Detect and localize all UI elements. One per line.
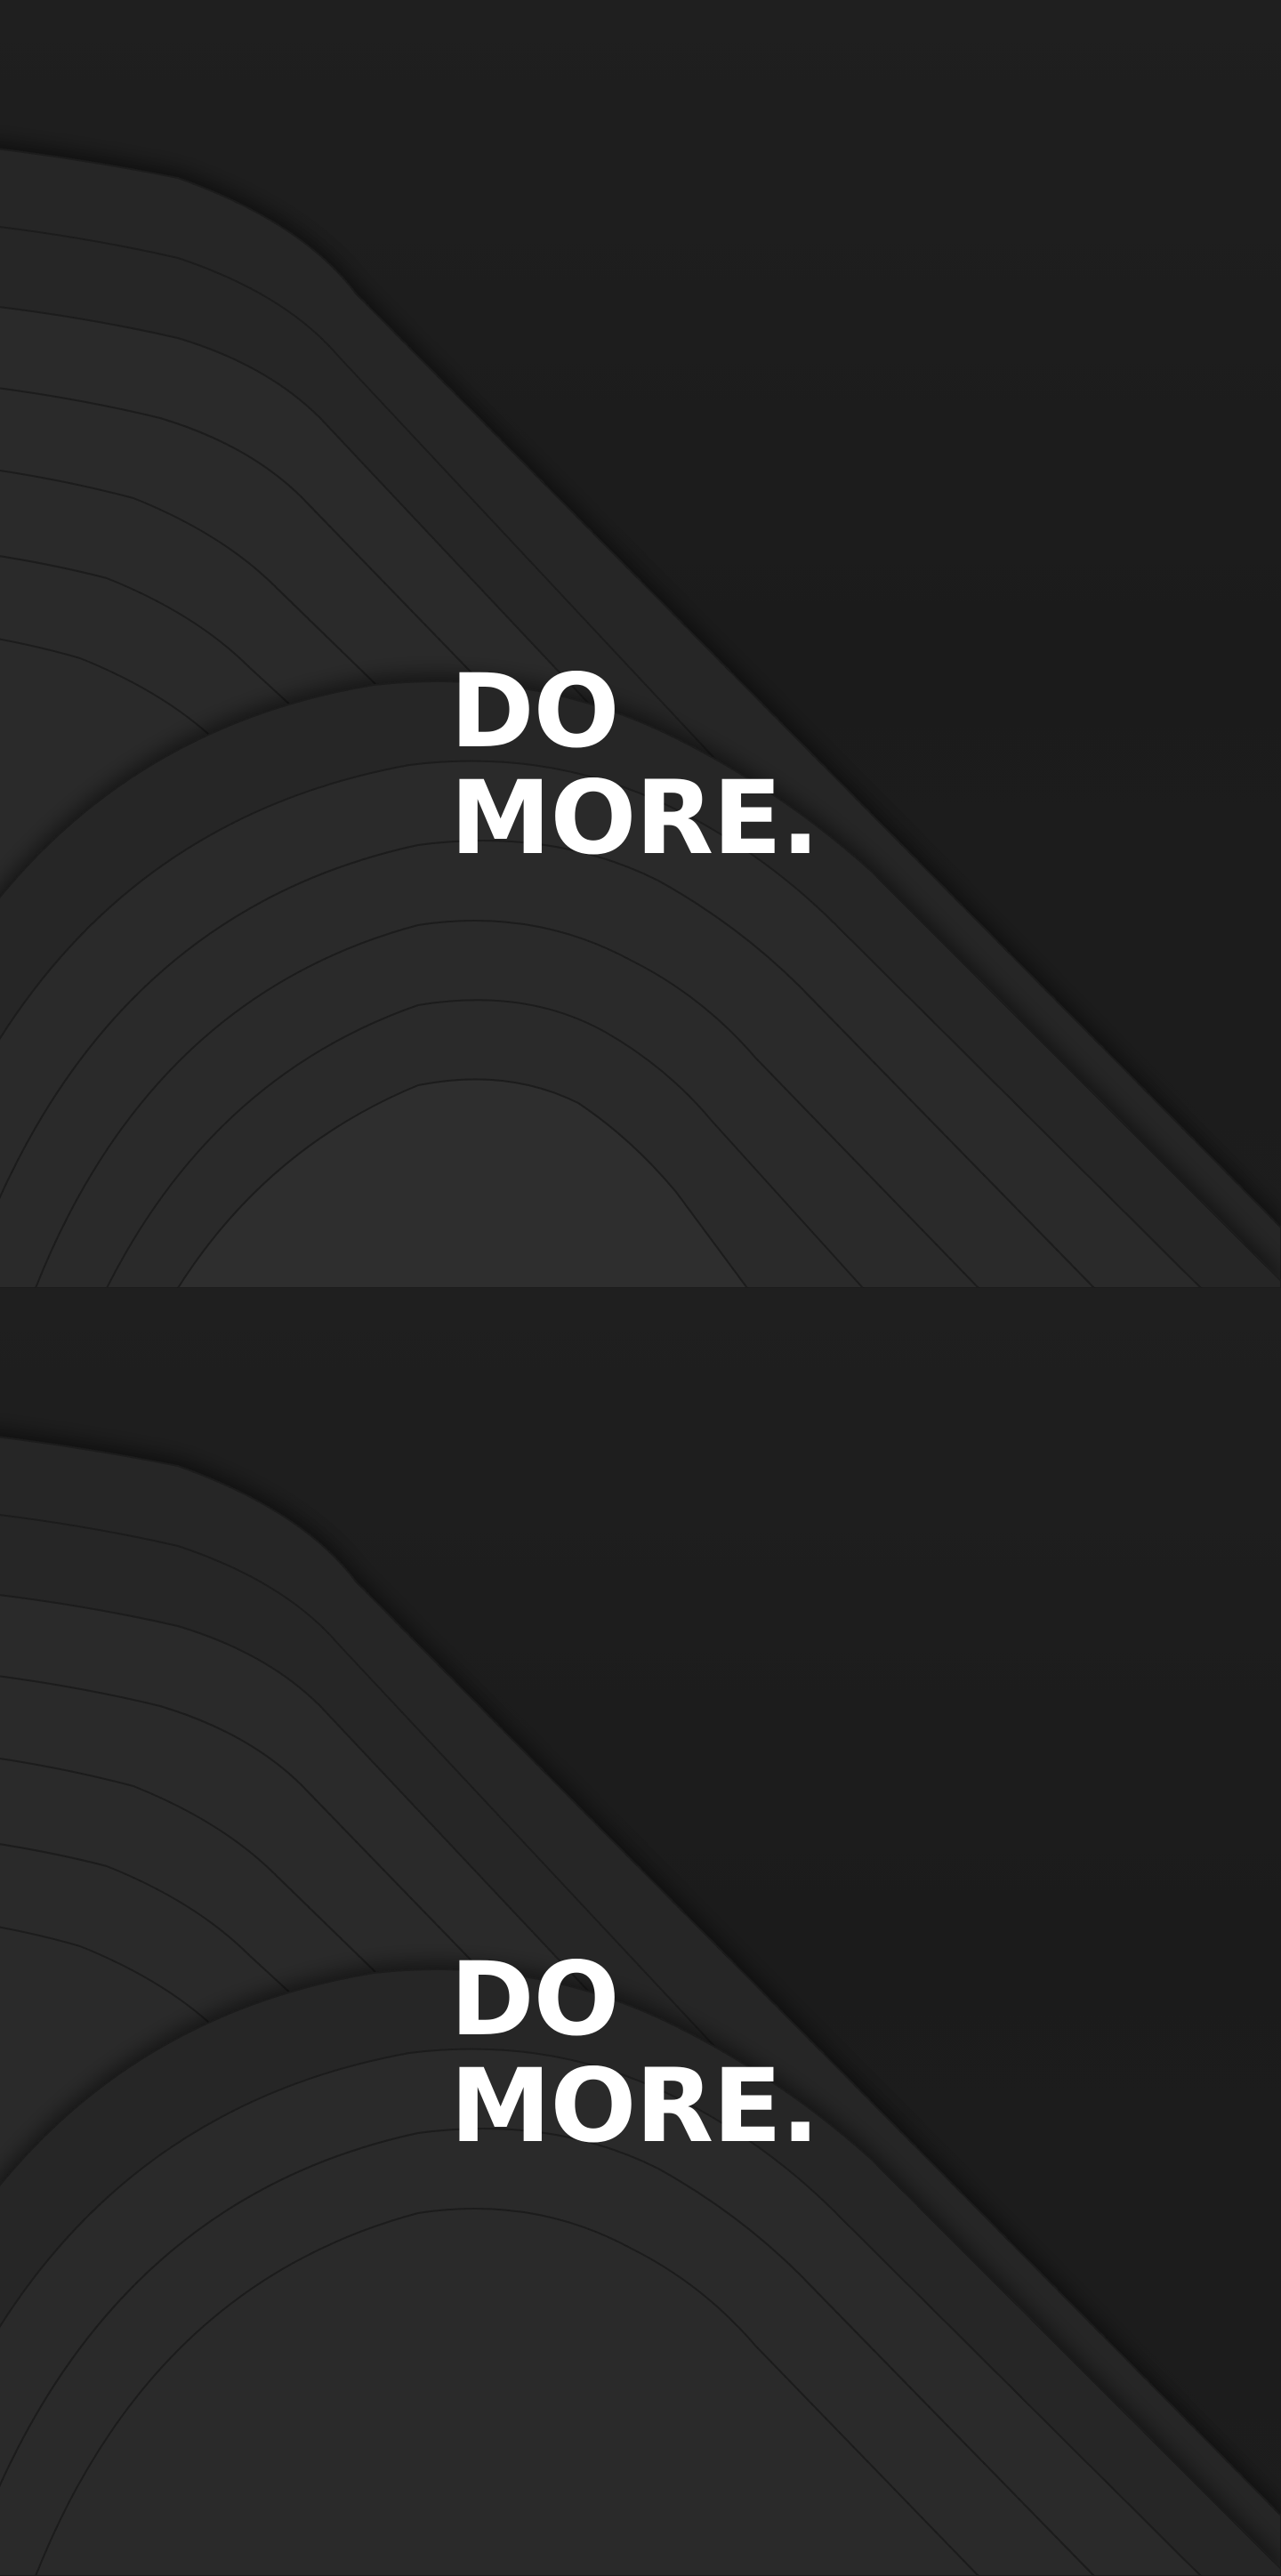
headline-repeat-line-1: DO [450,1940,620,2058]
wallpaper-tile-top: DO MORE. [0,0,1281,1288]
headline: DO MORE. [450,652,819,877]
headline-repeat: DO MORE. [450,1940,819,2165]
headline-line-2: MORE. [450,759,819,877]
headline-line-1: DO [450,652,620,770]
wallpaper-tile-bottom: DO MORE. [0,1288,1281,2576]
wave-pattern-top [0,148,1281,1288]
headline-repeat-line-2: MORE. [450,2047,819,2165]
wave-pattern-bottom [0,1436,1281,2576]
